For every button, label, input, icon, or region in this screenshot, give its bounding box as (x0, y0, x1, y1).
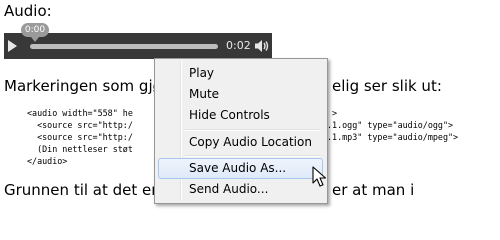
code-line-1-left: <audio width="558" he (27, 108, 133, 118)
section-heading: Audio: (4, 2, 52, 20)
code-line-5: </audio> (27, 156, 68, 166)
menu-item-label: Copy Audio Location (189, 135, 312, 149)
code-line-3-right: .1.mp3" type="audio/mpeg"> (327, 132, 459, 142)
time-bubble-tail (31, 37, 39, 42)
code-line-4: (Din nettleser støt (27, 144, 133, 154)
menu-item-copy-audio-location[interactable]: Copy Audio Location (158, 132, 323, 153)
code-line-2-right: .1.ogg" type="audio/ogg"> (327, 120, 454, 130)
menu-item-hide-controls[interactable]: Hide Controls (158, 105, 323, 126)
code-line-1-right: > (332, 108, 338, 118)
menu-item-label: Save Audio As... (189, 161, 287, 175)
audio-player[interactable]: 0:00 0:02 (4, 23, 272, 59)
menu-separator (185, 155, 320, 157)
elapsed-time: 0:02 (226, 39, 251, 52)
volume-icon[interactable] (254, 39, 270, 53)
mouse-pointer-icon (312, 166, 327, 187)
menu-item-label: Send Audio... (189, 182, 269, 196)
code-line-3-left: <source src="http:/ (27, 132, 133, 142)
menu-separator (185, 129, 320, 131)
code-line-2-left: <source src="http:/ (27, 120, 133, 130)
menu-item-send-audio[interactable]: Send Audio... (158, 179, 323, 200)
paragraph-2-left: Grunnen til at det er (4, 181, 158, 199)
time-bubble: 0:00 (21, 23, 49, 37)
play-icon[interactable] (8, 40, 17, 52)
menu-item-label: Mute (189, 87, 220, 101)
menu-item-label: Play (189, 66, 215, 80)
menu-item-play[interactable]: Play (158, 63, 323, 84)
menu-item-mute[interactable]: Mute (158, 84, 323, 105)
context-menu: Play Mute Hide Controls Copy Audio Locat… (154, 58, 328, 204)
progress-track[interactable] (30, 44, 218, 49)
menu-item-label: Hide Controls (189, 108, 270, 122)
paragraph-1-right: elig ser slik ut: (332, 77, 442, 95)
menu-item-save-audio-as[interactable]: Save Audio As... (158, 158, 323, 179)
paragraph-2-right: er at man i (332, 181, 415, 199)
paragraph-1-left: Markeringen som gjø (4, 77, 162, 95)
